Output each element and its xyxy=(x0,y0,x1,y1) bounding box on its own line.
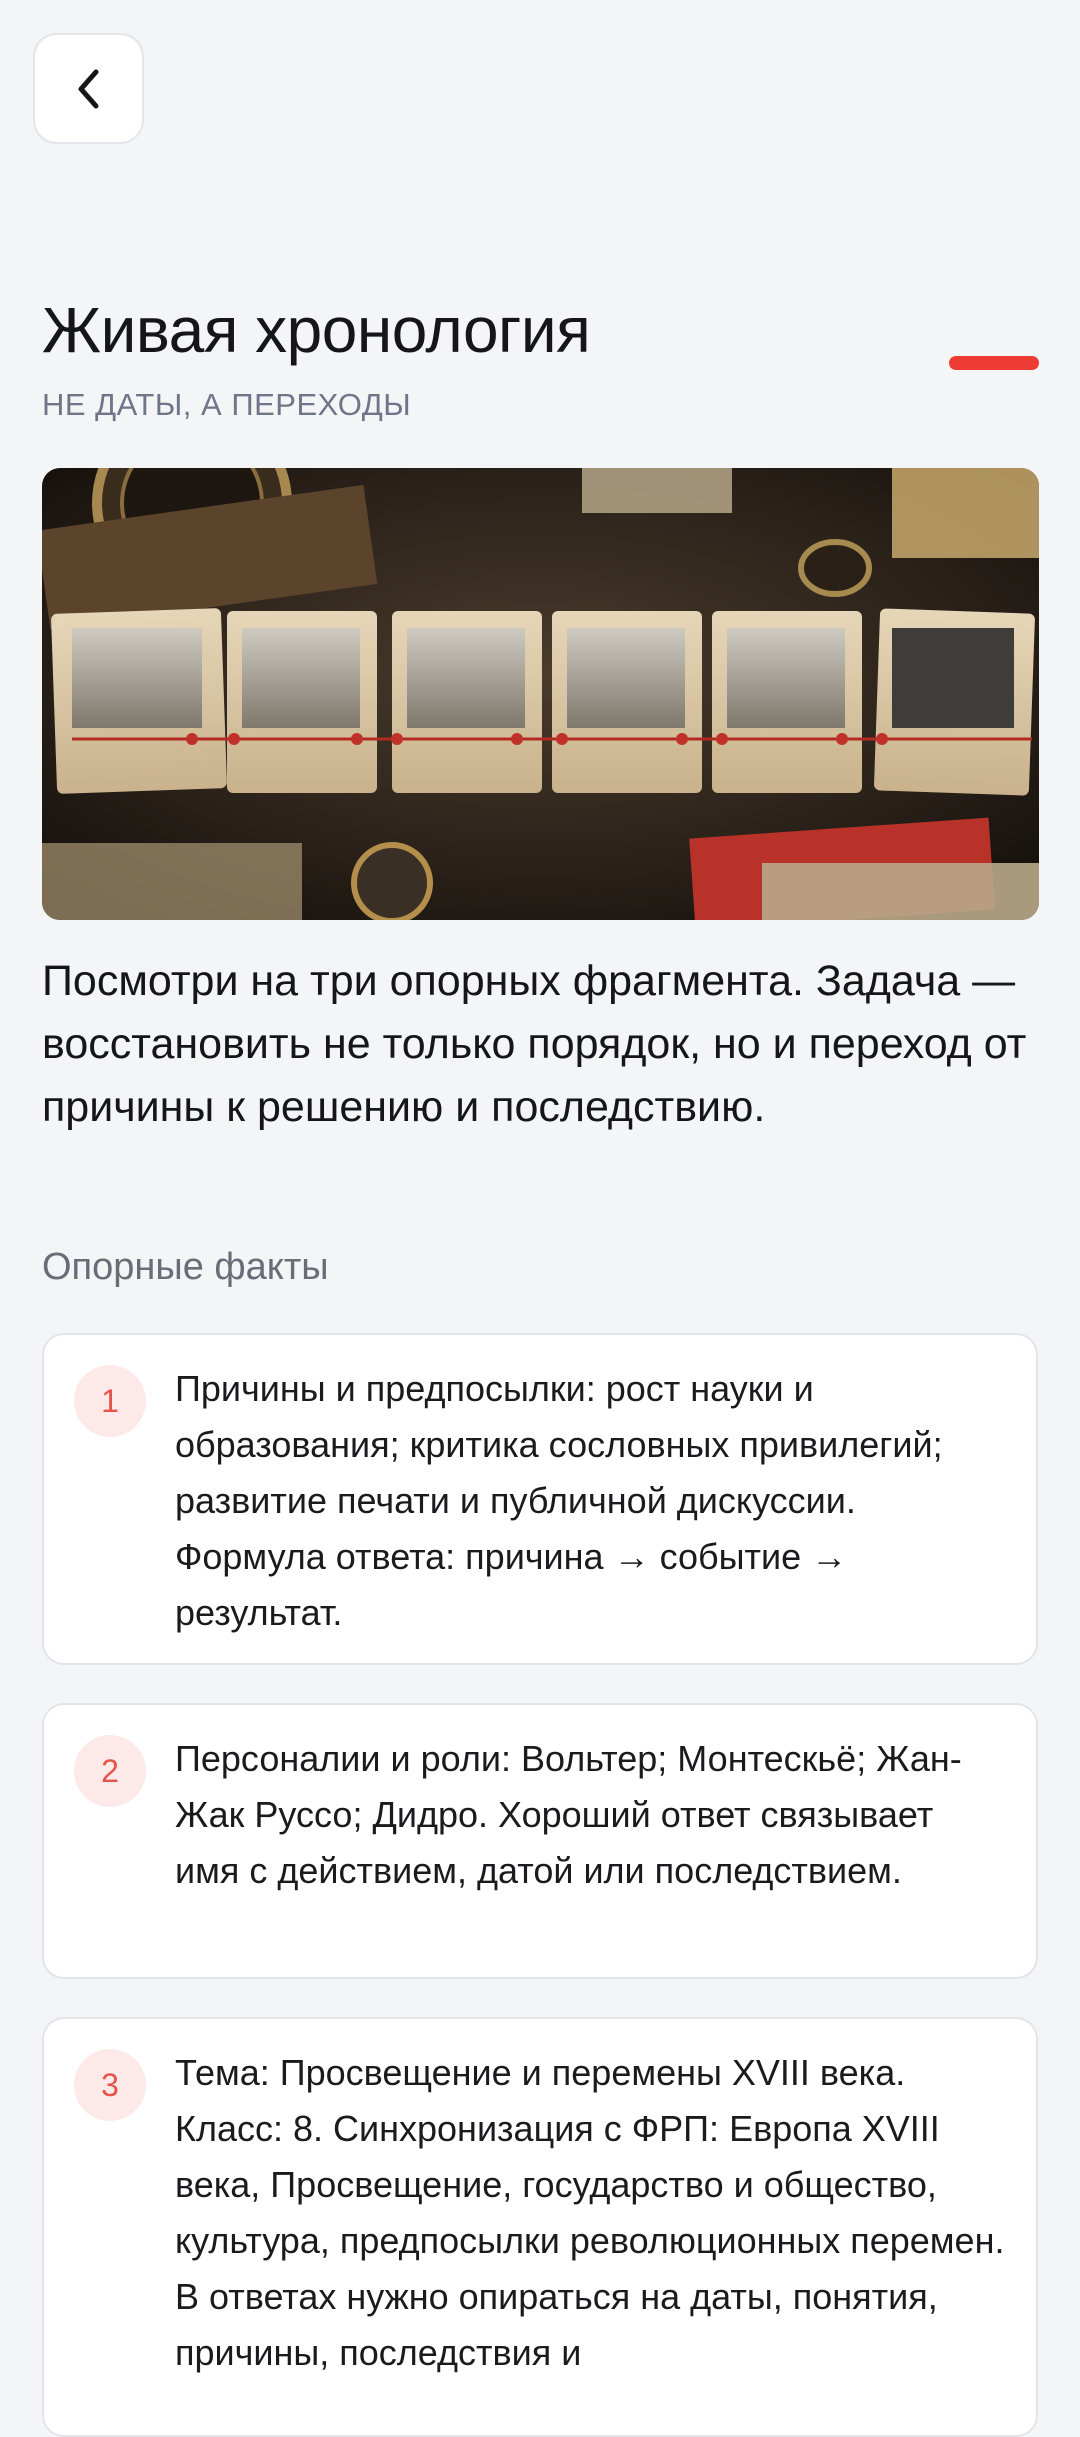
page-subtitle: НЕ ДАТЫ, А ПЕРЕХОДЫ xyxy=(42,387,412,422)
chevron-left-icon xyxy=(78,69,98,108)
fact-text: Персоналии и роли: Вольтер; Монтескьё; Ж… xyxy=(175,1738,962,1891)
facts-section-label: Опорные факты xyxy=(42,1246,329,1288)
accent-bar xyxy=(949,356,1039,370)
fact-card-3: 3 Тема: Просвещение и перемены XVIII век… xyxy=(42,2017,1038,2437)
intro-text: Посмотри на три опорных фрагмента. Задач… xyxy=(42,957,1027,1131)
fact-card-2: 2 Персоналии и роли: Вольтер; Монтескьё;… xyxy=(42,1703,1038,1979)
back-button[interactable] xyxy=(33,33,144,144)
hero-image xyxy=(42,468,1039,920)
fact-text: Тема: Просвещение и перемены XVIII века.… xyxy=(175,2052,1005,2373)
fact-card-1: 1 Причины и предпосылки: рост науки и об… xyxy=(42,1333,1038,1665)
fact-number-badge: 3 xyxy=(74,2049,146,2121)
page-title: Живая хронология xyxy=(42,294,591,366)
timeline-cards-illustration xyxy=(42,468,1039,920)
fact-text: Причины и предпосылки: рост науки и обра… xyxy=(175,1368,943,1633)
fact-number-badge: 2 xyxy=(74,1735,146,1807)
fact-number-badge: 1 xyxy=(74,1365,146,1437)
